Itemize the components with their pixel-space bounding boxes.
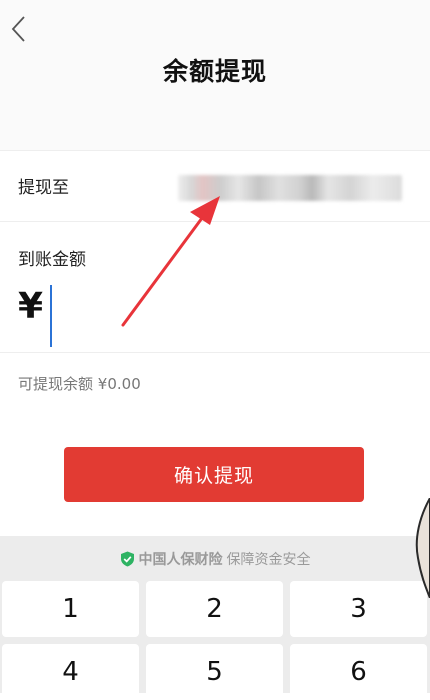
key-3[interactable]: 3: [290, 581, 427, 637]
insurer-name: 中国人保财险: [138, 552, 223, 568]
key-4[interactable]: 4: [2, 644, 139, 700]
shield-check-icon: [120, 551, 135, 567]
confirm-withdraw-button[interactable]: 确认提现: [64, 447, 364, 502]
back-arrow-icon[interactable]: [8, 14, 32, 44]
key-1[interactable]: 1: [2, 581, 139, 637]
available-balance: 可提现余额 ¥0.00: [18, 373, 141, 394]
header: 余额提现: [0, 0, 430, 150]
key-2[interactable]: 2: [146, 581, 283, 637]
key-5[interactable]: 5: [146, 644, 283, 700]
page-title: 余额提现: [162, 57, 267, 86]
available-balance-value: ¥0.00: [97, 375, 141, 393]
amount-input[interactable]: ¥: [0, 280, 430, 353]
currency-symbol: ¥: [18, 286, 44, 327]
text-caret: [50, 285, 52, 347]
amount-label: 到账金额: [18, 250, 86, 270]
redacted-account[interactable]: [178, 175, 402, 201]
security-notice: 中国人保财险 保障资金安全: [0, 549, 430, 569]
key-6[interactable]: 6: [290, 644, 427, 700]
security-text: 保障资金安全: [226, 552, 311, 568]
withdraw-to-row[interactable]: 提现至: [0, 150, 430, 222]
number-keypad: 中国人保财险 保障资金安全 1 2 3 4 5 6: [0, 536, 430, 700]
withdraw-to-label: 提现至: [18, 178, 69, 198]
available-balance-label: 可提现余额: [18, 375, 94, 393]
